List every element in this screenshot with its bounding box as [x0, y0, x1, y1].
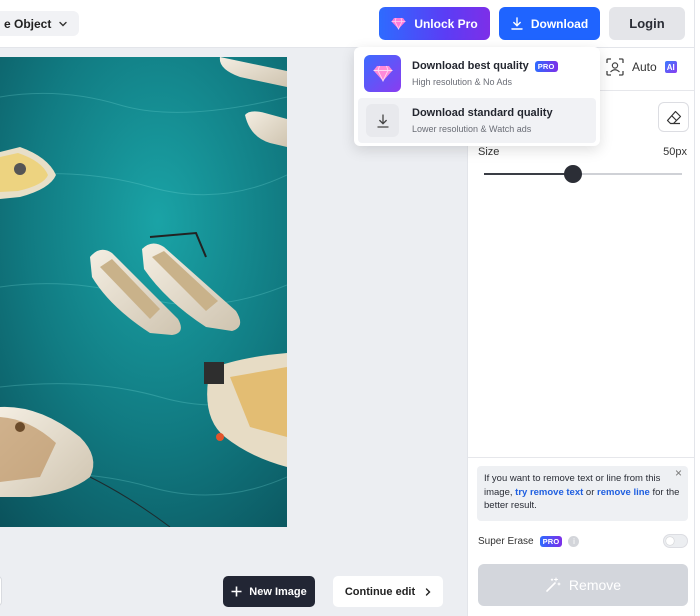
- eraser-button[interactable]: [658, 102, 689, 132]
- download-standard-title: Download standard quality: [412, 107, 553, 119]
- super-erase-row: Super Erase PRO i: [478, 536, 580, 547]
- super-erase-pro-badge: PRO: [539, 536, 563, 547]
- continue-edit-label: Continue edit: [344, 585, 416, 598]
- download-best-quality-item[interactable]: Download best quality PRO High resolutio…: [358, 51, 596, 96]
- tip-close-button[interactable]: ×: [675, 466, 682, 481]
- eraser-icon: [666, 110, 681, 124]
- image-canvas[interactable]: [0, 57, 287, 527]
- remove-label: Remove: [568, 577, 622, 593]
- super-erase-label: Super Erase: [478, 536, 534, 547]
- diamond-icon: [364, 55, 401, 92]
- unlock-pro-button[interactable]: Unlock Pro: [379, 7, 490, 40]
- continue-edit-button[interactable]: Continue edit: [333, 576, 443, 607]
- new-image-button[interactable]: New Image: [223, 576, 315, 607]
- brush-size-slider-fill: [484, 173, 574, 175]
- boats-photo: [0, 57, 287, 527]
- download-menu: Download best quality PRO High resolutio…: [354, 47, 600, 146]
- remove-text-link[interactable]: try remove text: [515, 487, 583, 498]
- chevron-down-icon: [59, 21, 68, 26]
- download-icon: [366, 104, 399, 137]
- download-icon: [511, 17, 523, 30]
- plus-icon: [231, 586, 242, 597]
- download-standard-quality-item[interactable]: Download standard quality Lower resoluti…: [358, 98, 596, 143]
- auto-label: Auto: [632, 60, 657, 74]
- panel-divider-lower: [468, 457, 695, 458]
- face-scan-icon: [606, 58, 624, 76]
- download-button[interactable]: Download: [499, 7, 600, 40]
- download-best-title: Download best quality: [412, 60, 529, 72]
- window-edge: [694, 0, 700, 616]
- chevron-right-icon: [425, 587, 431, 596]
- left-bottom-button[interactable]: [0, 576, 2, 606]
- download-best-subtitle: High resolution & No Ads: [412, 77, 513, 87]
- magic-wand-icon: [546, 577, 561, 592]
- login-button[interactable]: Login: [609, 7, 685, 40]
- auto-detect-toggle[interactable]: Auto AI: [606, 58, 677, 76]
- tip-text-2: or: [585, 486, 595, 498]
- diamond-icon: [391, 17, 406, 30]
- tool-select-label: e Object: [4, 16, 52, 31]
- brush-size-slider-thumb[interactable]: [564, 165, 583, 183]
- tip-box: × If you want to remove text or line fro…: [477, 466, 688, 521]
- new-image-label: New Image: [249, 585, 307, 598]
- tool-select-dropdown[interactable]: e Object: [0, 11, 80, 36]
- ai-badge: AI: [664, 61, 677, 73]
- super-erase-toggle[interactable]: [663, 534, 688, 548]
- remove-line-link[interactable]: remove line: [597, 487, 650, 498]
- brush-size-label: Size: [478, 146, 500, 158]
- brush-size-value: 50px: [663, 146, 687, 158]
- unlock-pro-label: Unlock Pro: [414, 16, 478, 31]
- download-best-pro-badge: PRO: [534, 60, 558, 72]
- top-bar: e Object Unlock Pro Download Login: [0, 0, 700, 48]
- info-icon[interactable]: i: [568, 536, 580, 547]
- download-standard-subtitle: Lower resolution & Watch ads: [412, 124, 532, 134]
- remove-button[interactable]: Remove: [478, 564, 688, 606]
- download-label: Download: [530, 16, 589, 31]
